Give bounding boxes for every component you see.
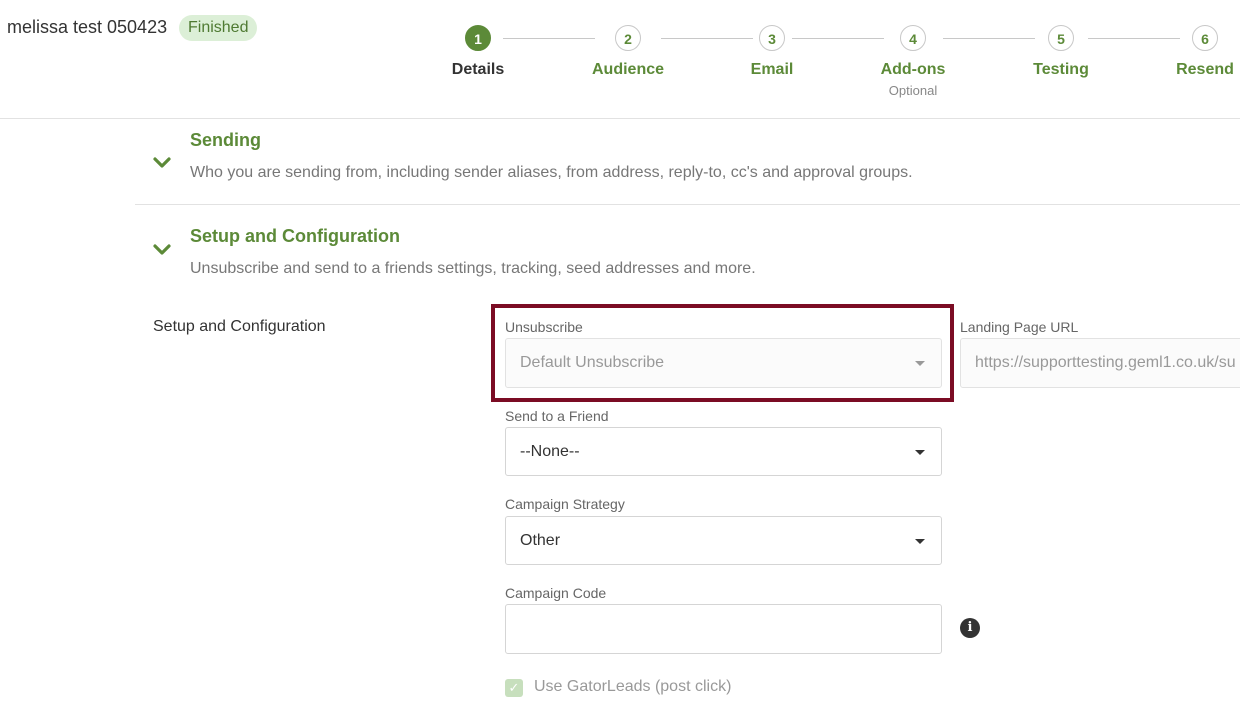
step-3-label[interactable]: Email [751,61,794,79]
gatorleads-label[interactable]: Use GatorLeads (post click) [534,678,731,696]
section-setup-title[interactable]: Setup and Configuration [190,226,400,247]
setup-row-label: Setup and Configuration [153,318,326,335]
step-3-circle[interactable]: 3 [759,25,785,51]
landing-page-label: Landing Page URL [960,319,1079,335]
highlight-box [491,304,954,402]
step-connector [503,38,595,39]
step-4-optional: Optional [888,83,938,98]
divider [135,204,1240,205]
chevron-down-icon[interactable] [152,156,172,170]
step-1-label[interactable]: Details [452,61,504,79]
section-sending-description: Who you are sending from, including send… [190,164,913,181]
landing-page-placeholder: https://supporttesting.geml1.co.uk/su [975,354,1236,371]
caret-down-icon [915,538,925,544]
step-2-circle[interactable]: 2 [615,25,641,51]
send-to-friend-label: Send to a Friend [505,408,609,424]
section-sending-title[interactable]: Sending [190,130,261,151]
campaign-title: melissa test 050423 [7,17,168,37]
status-badge: Finished [179,15,258,41]
campaign-code-input[interactable] [505,604,942,654]
campaign-header: melissa test 050423 Finished 1 Details 2… [0,0,1240,119]
step-5-circle[interactable]: 5 [1048,25,1074,51]
step-connector [1088,38,1180,39]
step-6-label[interactable]: Resend [1176,61,1234,79]
section-setup-description: Unsubscribe and send to a friends settin… [190,260,756,277]
step-connector [661,38,753,39]
step-6-circle[interactable]: 6 [1192,25,1218,51]
gatorleads-checkbox[interactable]: ✓ [505,679,523,697]
send-to-friend-value: --None-- [520,442,580,460]
info-icon[interactable]: i [960,618,980,638]
campaign-strategy-label: Campaign Strategy [505,496,625,512]
step-2-label[interactable]: Audience [592,61,664,79]
step-connector [943,38,1035,39]
step-connector [792,38,884,39]
step-1-circle[interactable]: 1 [465,25,491,51]
step-4-label[interactable]: Add-ons [881,61,946,79]
campaign-code-label: Campaign Code [505,585,607,601]
campaign-strategy-value: Other [520,531,561,549]
landing-page-input[interactable]: https://supporttesting.geml1.co.uk/su [960,338,1240,388]
campaign-strategy-select[interactable]: Other [505,516,942,565]
chevron-down-icon[interactable] [152,243,172,257]
caret-down-icon [915,449,925,455]
send-to-friend-select[interactable]: --None-- [505,427,942,476]
step-5-label[interactable]: Testing [1033,61,1089,79]
step-4-circle[interactable]: 4 [900,25,926,51]
